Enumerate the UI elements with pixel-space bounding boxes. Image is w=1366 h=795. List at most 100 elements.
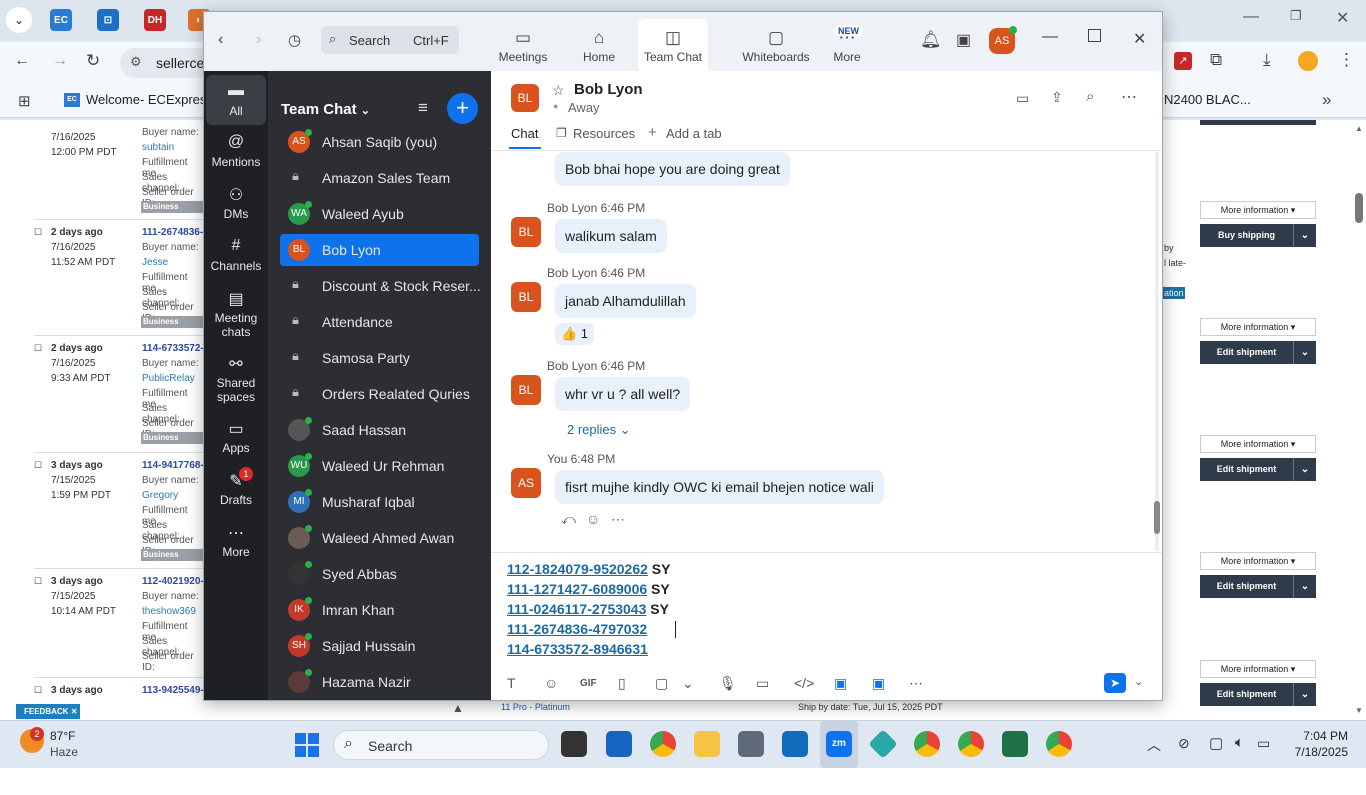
order-link[interactable]: 114-6733572-8946631: [507, 641, 648, 657]
more-information-button[interactable]: More information ▾: [1200, 660, 1316, 678]
tab-menu-chevron-icon[interactable]: ⌄: [6, 7, 32, 33]
gif-icon[interactable]: GIF: [580, 678, 597, 689]
order-id[interactable]: 112-4021920-: [142, 576, 204, 587]
contact-item[interactable]: IK Imran Khan: [280, 594, 479, 626]
bookmark-right[interactable]: N2400 BLAC...: [1164, 92, 1251, 107]
share-screen-icon[interactable]: ⇪: [1051, 89, 1063, 106]
feedback-close-icon[interactable]: ✕: [71, 707, 78, 716]
browser-restore-icon[interactable]: ❐: [1290, 8, 1302, 24]
leftnav-more[interactable]: ⋯ More: [206, 523, 266, 559]
edit-shipment-button[interactable]: Edit shipment ⌄: [1200, 683, 1316, 706]
order-id[interactable]: 114-9417768-: [142, 460, 204, 471]
chrome-profile-3-icon[interactable]: [958, 731, 984, 757]
file-explorer-icon[interactable]: [694, 731, 720, 757]
contact-item[interactable]: 🔒︎ Amazon Sales Team: [280, 162, 479, 194]
zoom-minimize-icon[interactable]: —: [1042, 28, 1058, 46]
message-avatar[interactable]: BL: [511, 282, 541, 312]
profile-avatar[interactable]: [1298, 51, 1318, 71]
app-2-icon[interactable]: ▣: [872, 675, 885, 692]
leftnav-channels[interactable]: # Channels: [206, 237, 266, 273]
chat-more-icon[interactable]: ⋯: [1121, 87, 1137, 107]
order-id[interactable]: 111-2674836-: [142, 227, 203, 238]
ec-tab-icon[interactable]: EC: [50, 9, 72, 31]
calculator-icon[interactable]: [738, 731, 764, 757]
star-icon[interactable]: ☆: [552, 82, 565, 99]
bell-icon[interactable]: 🔔︎: [920, 30, 942, 50]
excel-icon[interactable]: [1002, 731, 1028, 757]
tab-chat[interactable]: Chat: [511, 126, 538, 141]
zoom-taskbar-icon[interactable]: zm: [826, 731, 852, 757]
browser-minimize-icon[interactable]: —: [1243, 8, 1259, 26]
buyer-name[interactable]: subtain: [142, 142, 174, 153]
reply-icon[interactable]: ⤺: [561, 511, 576, 528]
video-message-icon[interactable]: ▭: [756, 675, 769, 692]
dhl-tab-icon[interactable]: DH: [144, 9, 166, 31]
new-chat-button[interactable]: +: [447, 93, 478, 124]
pdf-extension-icon[interactable]: ↗: [1174, 52, 1192, 70]
dropdown-chevron-icon[interactable]: ⌄: [1293, 575, 1316, 598]
volume-icon[interactable]: 🔈︎: [1235, 734, 1244, 751]
contact-item[interactable]: 🔒︎ Orders Realated Quries: [280, 378, 479, 410]
leftnav-meeting-chats[interactable]: ▤ Meeting chats: [206, 289, 266, 339]
contact-item[interactable]: Hazama Nazir: [280, 666, 479, 698]
dropdown-chevron-icon[interactable]: ⌄: [1293, 224, 1316, 247]
checkbox-icon[interactable]: ☐: [34, 343, 42, 354]
reload-icon[interactable]: ↻: [86, 51, 100, 71]
scroll-down-icon[interactable]: ▼: [1355, 706, 1363, 715]
vpn-icon[interactable]: [868, 729, 898, 759]
message-avatar[interactable]: AS: [511, 468, 541, 498]
zoom-forward-icon[interactable]: ›: [256, 31, 261, 49]
site-info-icon[interactable]: ⚙: [130, 54, 142, 70]
network-off-icon[interactable]: ⊘: [1178, 735, 1190, 752]
apps-grid-icon[interactable]: ⊞: [18, 92, 31, 110]
more-information-button[interactable]: More information ▾: [1200, 552, 1316, 570]
order-id[interactable]: 114-6733572-: [142, 343, 204, 354]
dropdown-chevron-icon[interactable]: ⌄: [1293, 458, 1316, 481]
emoji-react-icon[interactable]: ☺: [586, 511, 600, 527]
text-format-icon[interactable]: T: [507, 675, 516, 691]
message-more-icon[interactable]: ⋯: [611, 511, 625, 528]
send-options-icon[interactable]: ⌄: [1134, 675, 1143, 688]
nav-home[interactable]: ⌂ Home: [568, 28, 630, 64]
contact-item[interactable]: Syed Abbas: [280, 558, 479, 590]
list-title-chevron-icon[interactable]: ⌄: [361, 105, 370, 117]
more-information-button[interactable]: More information ▾: [1200, 201, 1316, 219]
forward-icon[interactable]: →: [52, 52, 68, 70]
start-button[interactable]: [295, 733, 319, 757]
contact-item[interactable]: 🔒︎ Samosa Party: [280, 342, 479, 374]
nav-team-chat[interactable]: ◫ Team Chat: [642, 28, 704, 64]
leftnav-shared-spaces[interactable]: ⚯ Shared spaces: [206, 354, 266, 404]
store-icon[interactable]: [606, 731, 632, 757]
more-information-button[interactable]: More information ▾: [1200, 435, 1316, 453]
chat-search-icon[interactable]: ⌕: [1086, 88, 1094, 105]
contact-item[interactable]: SH Sajjad Hussain: [280, 630, 479, 662]
nav-meetings[interactable]: ▭ Meetings: [492, 28, 554, 64]
chrome-profile-4-icon[interactable]: [1046, 731, 1072, 757]
dropdown-chevron-icon[interactable]: ⌄: [1293, 683, 1316, 706]
chat-scroll-thumb[interactable]: [1154, 501, 1160, 534]
contact-item[interactable]: AS Ahsan Saqib (you): [280, 126, 479, 158]
zoom-back-icon[interactable]: ‹: [218, 31, 223, 49]
app-1-icon[interactable]: ▣: [834, 675, 847, 692]
browser-menu-icon[interactable]: ⋮: [1338, 50, 1355, 70]
filter-icon[interactable]: ≡: [418, 98, 428, 118]
leftnav-all[interactable]: ▬ All: [206, 82, 266, 118]
chat-avatar[interactable]: BL: [511, 84, 539, 112]
display-icon[interactable]: ▢: [1209, 734, 1223, 752]
tab-resources[interactable]: Resources: [573, 126, 635, 141]
tab-add[interactable]: Add a tab: [666, 126, 722, 141]
message-avatar[interactable]: BL: [511, 217, 541, 247]
contact-item[interactable]: WA Waleed Ayub: [280, 198, 479, 230]
reaction-thumbs-up[interactable]: 👍 1: [555, 323, 595, 345]
buyer-name[interactable]: Jesse: [142, 257, 168, 268]
emoji-icon[interactable]: ☺: [544, 675, 558, 691]
checkbox-icon[interactable]: ☐: [34, 460, 42, 471]
dropdown-chevron-icon[interactable]: ⌄: [1293, 341, 1316, 364]
download-icon[interactable]: ⤓: [1263, 50, 1271, 70]
buy-shipping-button[interactable]: Buy shipping ⌄: [1200, 224, 1316, 247]
audio-message-icon[interactable]: 🎙︎: [719, 675, 737, 692]
buyer-name[interactable]: theshow369: [142, 606, 196, 617]
back-icon[interactable]: ←: [14, 52, 30, 70]
battery-icon[interactable]: ▭: [1257, 735, 1270, 752]
zoom-search-box[interactable]: ⌕ Search Ctrl+F: [321, 26, 459, 54]
